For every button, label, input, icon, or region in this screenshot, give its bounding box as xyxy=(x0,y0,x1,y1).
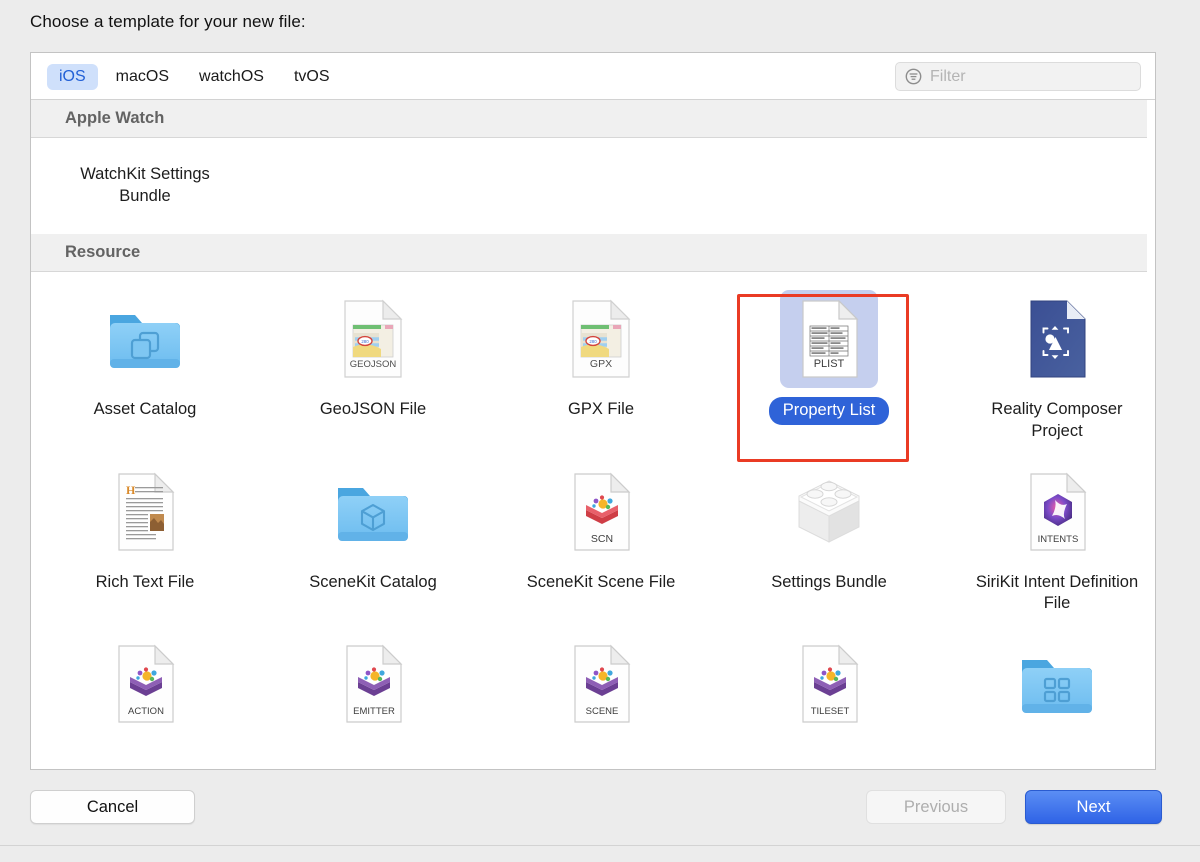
icon-badge-text: TILESET xyxy=(811,706,850,717)
icon-badge-text: ACTION xyxy=(128,706,164,717)
template-row: ACTION EMITTER SCENE TILESET xyxy=(31,617,1155,746)
spritekit-scene-document-icon: SCENE xyxy=(574,644,631,723)
template-item-sirikit-intent-definition-file[interactable]: INTENTS SiriKit Intent Definition File xyxy=(943,445,1155,618)
spritekit-emitter-document-icon: EMITTER xyxy=(346,644,403,723)
icon-container xyxy=(780,463,878,561)
blue-folder-cube-icon xyxy=(338,487,408,541)
template-item-scenekit-scene-file[interactable]: SCN SceneKit Scene File xyxy=(487,445,715,618)
sirikit-intents-document-icon: INTENTS xyxy=(1030,472,1087,551)
filter-field[interactable]: Filter xyxy=(895,62,1141,91)
template-label: Rich Text File xyxy=(95,572,195,591)
filter-placeholder: Filter xyxy=(930,67,966,85)
template-label xyxy=(53,742,238,746)
icon-container: TILESET xyxy=(780,635,878,733)
template-item-gpx-file[interactable]: 280 GPX GPX File xyxy=(487,272,715,445)
plist-document-icon: PLIST xyxy=(802,299,859,378)
template-item-asset-catalog[interactable]: Asset Catalog xyxy=(31,272,259,445)
template-item-settings-bundle[interactable]: Settings Bundle xyxy=(715,445,943,618)
tab-watchos[interactable]: watchOS xyxy=(187,64,276,90)
panel-scroll-gutter[interactable] xyxy=(1147,100,1155,769)
template-label: SceneKit Catalog xyxy=(309,572,437,591)
icon-badge-text: SCENE xyxy=(586,706,619,717)
next-button[interactable]: Next xyxy=(1025,790,1162,824)
section-header-resource: Resource xyxy=(31,234,1155,272)
template-label: Asset Catalog xyxy=(93,400,197,418)
white-plugin-block-icon xyxy=(798,479,860,543)
geojson-document-icon: 280 GEOJSON xyxy=(344,299,403,378)
platform-tabbar: iOS macOS watchOS tvOS Filter xyxy=(31,53,1155,100)
svg-text:280: 280 xyxy=(589,339,597,344)
template-row: Asset Catalog 280 GEOJSON GeoJSON File 2… xyxy=(31,272,1155,445)
cancel-button[interactable]: Cancel xyxy=(30,790,195,824)
spritekit-action-document-icon: ACTION xyxy=(118,644,175,723)
icon-badge-text: GPX xyxy=(590,358,612,370)
tab-tvos[interactable]: tvOS xyxy=(282,64,342,90)
icon-container xyxy=(1008,290,1106,388)
template-item-spritekit-scene[interactable]: SCENE xyxy=(487,617,715,746)
icon-container: 280 GEOJSON xyxy=(324,290,422,388)
rich-text-document-icon: H xyxy=(118,472,175,551)
icon-badge-text: PLIST xyxy=(814,358,845,370)
template-row: WatchKit Settings Bundle xyxy=(31,138,1155,234)
template-label: Property List xyxy=(768,397,890,425)
template-label xyxy=(737,742,922,746)
platform-tabs: iOS macOS watchOS tvOS xyxy=(47,53,342,100)
template-label xyxy=(965,742,1150,746)
svg-text:280: 280 xyxy=(361,339,369,344)
icon-container: INTENTS xyxy=(1008,463,1106,561)
filter-icon xyxy=(905,68,922,85)
section-title: Resource xyxy=(65,243,141,261)
icon-container xyxy=(96,290,194,388)
icon-badge-text: INTENTS xyxy=(1038,534,1079,545)
icon-badge-text: SCN xyxy=(591,533,613,545)
icon-container xyxy=(1008,635,1106,733)
template-panel: iOS macOS watchOS tvOS Filter Apple Watc… xyxy=(30,52,1156,770)
template-item-watchkit-settings-bundle[interactable]: WatchKit Settings Bundle xyxy=(31,138,259,234)
template-label xyxy=(509,742,694,746)
blue-folder-grid-icon xyxy=(1022,660,1092,714)
icon-container: SCN xyxy=(552,463,650,561)
reality-composer-document-icon xyxy=(1030,300,1086,378)
icon-container: EMITTER xyxy=(324,635,422,733)
blue-folder-stacked-squares-icon xyxy=(110,315,180,368)
bottom-divider xyxy=(0,845,1200,846)
new-file-template-dialog: Choose a template for your new file: iOS… xyxy=(0,0,1200,862)
svg-text:H: H xyxy=(126,483,136,497)
icon-container: SCENE xyxy=(552,635,650,733)
template-item-geojson-file[interactable]: 280 GEOJSON GeoJSON File xyxy=(259,272,487,445)
template-label: Reality Composer Project xyxy=(991,400,1123,440)
template-item-blue-folder-grid[interactable] xyxy=(943,617,1155,746)
icon-container: ACTION xyxy=(96,635,194,733)
icon-container: 280 GPX xyxy=(552,290,650,388)
icon-container: PLIST xyxy=(780,290,878,388)
icon-container xyxy=(324,463,422,561)
template-label xyxy=(281,742,466,746)
scenekit-document-icon: SCN xyxy=(574,472,631,551)
previous-button[interactable]: Previous xyxy=(866,790,1006,824)
template-item-scenekit-catalog[interactable]: SceneKit Catalog xyxy=(259,445,487,618)
page-title: Choose a template for your new file: xyxy=(30,12,306,31)
template-label: SceneKit Scene File xyxy=(526,572,676,591)
gpx-document-icon: 280 GPX xyxy=(572,299,631,378)
template-label: SiriKit Intent Definition File xyxy=(975,572,1139,613)
template-label: Settings Bundle xyxy=(771,572,887,591)
template-item-rich-text-file[interactable]: H Rich Text File xyxy=(31,445,259,618)
template-item-property-list[interactable]: PLIST Property List xyxy=(715,272,943,445)
tab-macos[interactable]: macOS xyxy=(104,64,181,90)
icon-container: H xyxy=(96,463,194,561)
template-item-spritekit-action[interactable]: ACTION xyxy=(31,617,259,746)
tab-ios[interactable]: iOS xyxy=(47,63,98,90)
section-header-apple-watch: Apple Watch xyxy=(31,100,1155,138)
template-item-spritekit-tileset[interactable]: TILESET xyxy=(715,617,943,746)
template-label: GeoJSON File xyxy=(319,400,427,418)
icon-badge-text: EMITTER xyxy=(353,706,395,717)
template-item-reality-composer-project[interactable]: Reality Composer Project xyxy=(943,272,1155,445)
template-item-spritekit-emitter[interactable]: EMITTER xyxy=(259,617,487,746)
template-label: WatchKit Settings Bundle xyxy=(80,165,210,205)
spritekit-tileset-document-icon: TILESET xyxy=(802,644,859,723)
template-row: H Rich Text File SceneKit Catalog SCN Sc… xyxy=(31,445,1155,618)
template-label: GPX File xyxy=(567,400,635,418)
icon-badge-text: GEOJSON xyxy=(350,359,397,370)
section-title: Apple Watch xyxy=(65,109,165,127)
